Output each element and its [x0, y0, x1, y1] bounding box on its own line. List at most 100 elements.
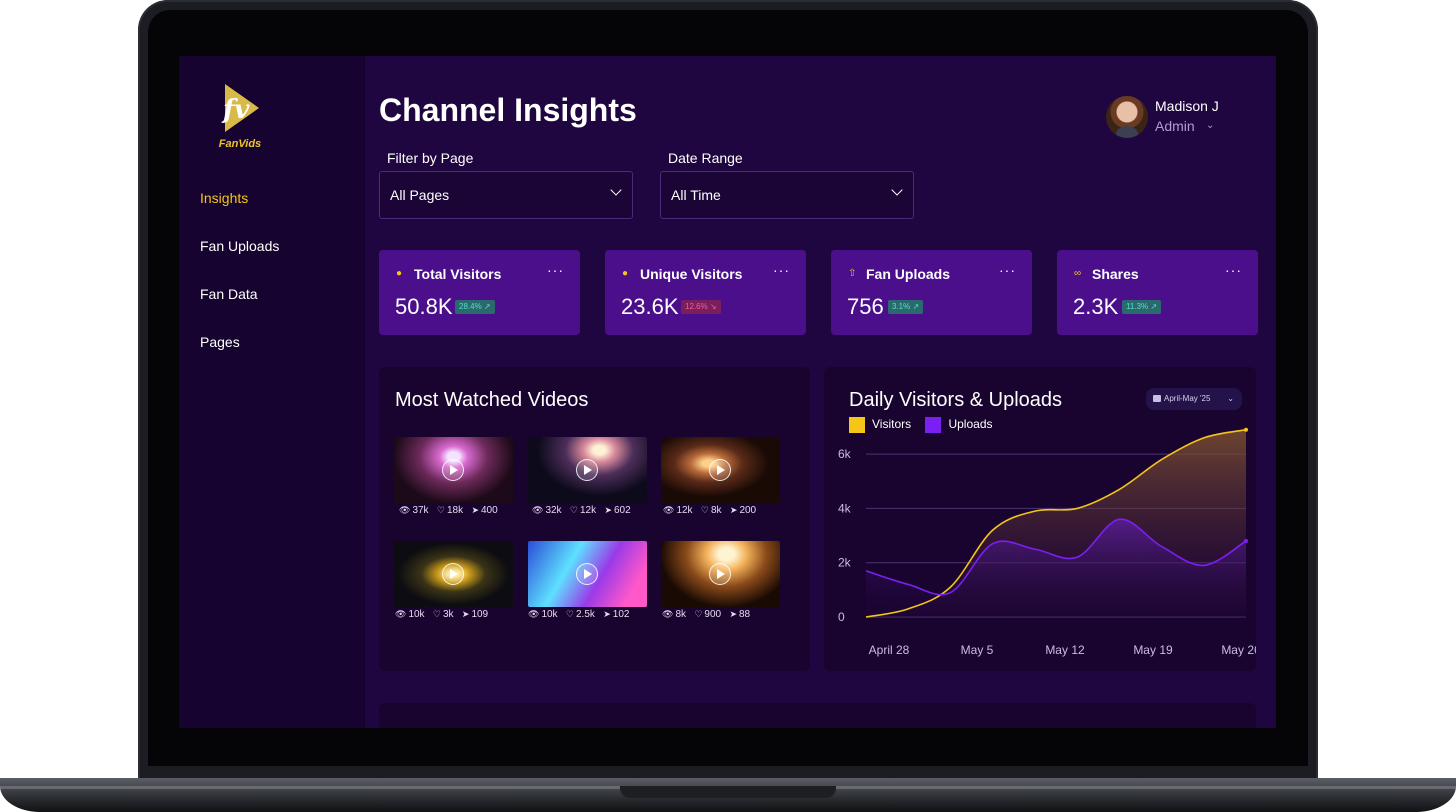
- y-tick-label: 6k: [838, 447, 852, 461]
- play-icon[interactable]: [576, 459, 598, 481]
- video-stats: 👁 37k ♡ 18k ➤ 400: [399, 505, 498, 516]
- line-chart: 0 2k 4k 6k April 28 May 5 May 12 May 19 May 26: [838, 427, 1256, 657]
- stat-card-shares[interactable]: ∞ Shares ··· 2.3K 11.3% ↗: [1057, 250, 1258, 335]
- heart-icon: ♡: [694, 609, 703, 619]
- heart-icon: ♡: [565, 609, 574, 619]
- page-title: Channel Insights: [379, 92, 637, 128]
- video-thumbnail[interactable]: [661, 437, 780, 503]
- upload-icon: ⇧: [848, 268, 857, 279]
- daily-visitors-uploads-panel: Daily Visitors & Uploads April-May '25 ⌄…: [824, 367, 1256, 671]
- heart-icon: ♡: [700, 505, 709, 515]
- user-icon: ●: [622, 268, 629, 279]
- eye-icon: 👁: [528, 609, 540, 619]
- filter-page-value: All Pages: [390, 187, 450, 203]
- send-icon: ➤: [729, 609, 737, 619]
- app-screen: fv FanVids Insights Fan Uploads Fan Data…: [179, 56, 1276, 728]
- eye-icon: 👁: [399, 505, 411, 515]
- date-range-value: All Time: [671, 187, 721, 203]
- user-name: Madison J: [1155, 98, 1219, 114]
- card-value: 50.8K: [395, 294, 453, 319]
- user-menu[interactable]: Madison J Admin ⌄: [1106, 94, 1256, 142]
- video-thumbnail[interactable]: [528, 437, 647, 503]
- trend-badge: 3.1% ↗: [888, 300, 924, 314]
- y-tick-label: 4k: [838, 501, 852, 515]
- main-content: Channel Insights Madison J Admin ⌄ Filte…: [365, 56, 1276, 728]
- video-thumbnail[interactable]: [661, 541, 780, 607]
- video-stats: 👁 10k ♡ 2.5k ➤ 102: [528, 609, 630, 620]
- sidebar-nav: Insights Fan Uploads Fan Data Pages: [200, 186, 279, 378]
- stat-card-unique-visitors[interactable]: ● Unique Visitors ··· 23.6K 12.6% ↘: [605, 250, 806, 335]
- trend-badge: 12.6% ↘: [681, 300, 721, 314]
- chevron-down-icon: ⌄: [1206, 120, 1215, 131]
- play-icon[interactable]: [709, 459, 731, 481]
- user-role: Admin: [1155, 118, 1195, 134]
- sidebar-item-pages[interactable]: Pages: [200, 330, 279, 378]
- play-icon[interactable]: [709, 563, 731, 585]
- more-options-icon[interactable]: ···: [773, 262, 790, 278]
- avatar: [1106, 96, 1148, 138]
- eye-icon: 👁: [395, 609, 407, 619]
- bottom-panel: [379, 703, 1256, 728]
- eye-icon: 👁: [662, 609, 674, 619]
- more-options-icon[interactable]: ···: [1225, 262, 1242, 278]
- send-icon: ➤: [603, 609, 611, 619]
- date-range-select[interactable]: All Time: [660, 171, 914, 219]
- x-tick-label: May 26: [1221, 643, 1256, 657]
- card-title: Shares: [1092, 266, 1139, 282]
- x-tick-label: May 5: [961, 643, 994, 657]
- y-tick-label: 0: [838, 610, 845, 624]
- send-icon: ➤: [604, 505, 612, 515]
- card-title: Total Visitors: [414, 266, 502, 282]
- video-thumbnail[interactable]: [528, 541, 647, 607]
- stat-card-total-visitors[interactable]: ● Total Visitors ··· 50.8K 28.4% ↗: [379, 250, 580, 335]
- heart-icon: ♡: [436, 505, 445, 515]
- filter-page-select[interactable]: All Pages: [379, 171, 633, 219]
- point-uploads-end: [1244, 539, 1248, 543]
- heart-icon: ♡: [432, 609, 441, 619]
- filter-page-label: Filter by Page: [387, 150, 474, 166]
- video-stats: 👁 10k ♡ 3k ➤ 109: [395, 609, 489, 620]
- sidebar-item-fan-data[interactable]: Fan Data: [200, 282, 279, 330]
- card-value: 2.3K: [1073, 294, 1119, 319]
- eye-icon: 👁: [663, 505, 675, 515]
- trend-badge: 11.3% ↗: [1122, 300, 1162, 314]
- stat-card-fan-uploads[interactable]: ⇧ Fan Uploads ··· 756 3.1% ↗: [831, 250, 1032, 335]
- video-thumbnail[interactable]: [394, 437, 513, 503]
- play-icon[interactable]: [442, 563, 464, 585]
- sidebar-item-insights[interactable]: Insights: [200, 186, 279, 234]
- send-icon: ➤: [729, 505, 738, 515]
- most-watched-videos-panel: Most Watched Videos 👁 37k ♡ 18k ➤ 400 👁 32k …: [379, 367, 810, 671]
- card-value: 756: [847, 294, 884, 319]
- more-options-icon[interactable]: ···: [999, 262, 1016, 278]
- play-icon[interactable]: [576, 563, 598, 585]
- trend-badge: 28.4% ↗: [455, 300, 495, 314]
- logo-mark-icon: fv: [221, 84, 259, 132]
- card-value: 23.6K: [621, 294, 679, 319]
- video-stats: 👁 32k ♡ 12k ➤ 602: [532, 505, 631, 516]
- card-title: Unique Visitors: [640, 266, 743, 282]
- svg-text:fv: fv: [221, 95, 250, 125]
- x-tick-label: April 28: [869, 643, 910, 657]
- play-icon[interactable]: [442, 459, 464, 481]
- chevron-down-icon: [891, 184, 903, 196]
- x-tick-label: May 12: [1045, 643, 1085, 657]
- link-icon: ∞: [1074, 268, 1082, 279]
- user-icon: ●: [396, 268, 403, 279]
- video-stats: 👁 8k ♡ 900 ➤ 88: [662, 609, 751, 620]
- sidebar-item-fan-uploads[interactable]: Fan Uploads: [200, 234, 279, 282]
- x-tick-label: May 19: [1133, 643, 1173, 657]
- panel-title: Most Watched Videos: [395, 389, 589, 411]
- eye-icon: 👁: [532, 505, 544, 515]
- sidebar: fv FanVids Insights Fan Uploads Fan Data…: [179, 56, 365, 728]
- y-tick-label: 2k: [838, 556, 852, 570]
- laptop-notch: [620, 786, 836, 798]
- fanvids-logo[interactable]: fv FanVids: [215, 84, 265, 154]
- video-stats: 👁 12k ♡ 8k ➤ 200: [663, 505, 757, 516]
- more-options-icon[interactable]: ···: [547, 262, 564, 278]
- date-range-label: Date Range: [668, 150, 743, 166]
- chevron-down-icon: [610, 184, 622, 196]
- video-thumbnail[interactable]: [394, 541, 513, 607]
- point-visitors-end: [1244, 427, 1248, 432]
- send-icon: ➤: [471, 505, 479, 515]
- send-icon: ➤: [461, 609, 470, 619]
